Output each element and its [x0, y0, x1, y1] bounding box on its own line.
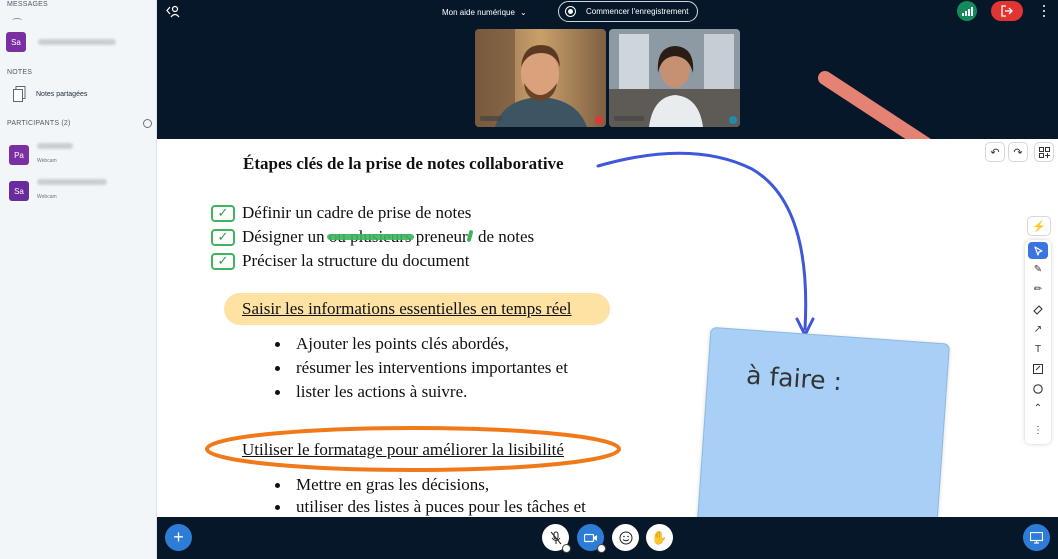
- board-title: Étapes clés de la prise de notes collabo…: [243, 154, 564, 173]
- participant-name-blurred: [37, 179, 107, 185]
- select-icon[interactable]: [1028, 242, 1048, 259]
- leave-meeting-button[interactable]: [991, 1, 1023, 21]
- microphone-button[interactable]: [542, 524, 571, 553]
- eraser-icon[interactable]: [1028, 301, 1048, 318]
- drawing-toolbar: ✎ ✏ ↗ T ⌃ ⋮: [1025, 240, 1051, 444]
- presentation-icon: [1030, 531, 1043, 544]
- bullet: [275, 505, 280, 510]
- bullet: [275, 342, 280, 347]
- avatar: Sa: [6, 32, 26, 52]
- user-list-toggle-icon[interactable]: [166, 4, 181, 19]
- participants-section-title: PARTICIPANTS (2): [7, 120, 71, 127]
- arrow-icon[interactable]: ↗: [1028, 321, 1048, 338]
- reactions-button[interactable]: [612, 524, 639, 551]
- avatar: Sa: [9, 181, 29, 201]
- bullet-item: lister les actions à suivre.: [296, 382, 468, 401]
- loading-icon: [12, 18, 22, 23]
- sticky-note-text: à faire :: [745, 360, 843, 397]
- top-bar: Mon aide numérique ⌄ Commencer l'enregis…: [157, 0, 1058, 24]
- camera-icon: [583, 533, 597, 542]
- shared-notes-label: Notes partagées: [36, 91, 88, 98]
- magic-icon[interactable]: ⚡: [1027, 216, 1051, 236]
- pencil-icon[interactable]: ✏: [1028, 281, 1048, 298]
- record-icon: [565, 6, 576, 17]
- options-menu-icon[interactable]: [1038, 5, 1050, 17]
- bottom-bar: + ✋: [157, 517, 1058, 559]
- device-selector[interactable]: Mon aide numérique ⌄: [442, 0, 527, 24]
- chat-item[interactable]: Sa: [6, 32, 116, 52]
- options-badge: [597, 544, 606, 553]
- pen-icon[interactable]: ✎: [1028, 261, 1048, 278]
- sidebar: MESSAGES Sa NOTES Notes partagées PARTIC…: [0, 0, 157, 559]
- video-tile[interactable]: [609, 29, 740, 127]
- chat-name-blurred: [38, 39, 116, 45]
- messages-section-title: MESSAGES: [7, 1, 48, 8]
- webcam-feed: [609, 29, 740, 127]
- whiteboard[interactable]: Étapes clés de la prise de notes collabo…: [157, 139, 1058, 517]
- camera-button[interactable]: [577, 524, 606, 553]
- checklist-item: Préciser la structure du document: [242, 251, 470, 270]
- redo-button[interactable]: ↷: [1008, 142, 1028, 162]
- bullet: [275, 390, 280, 395]
- hand-icon: ✋: [651, 529, 668, 545]
- bullet-item: Mettre en gras les décisions,: [296, 475, 490, 494]
- sticky-note[interactable]: à faire :: [695, 326, 951, 517]
- leave-icon: [1001, 5, 1013, 17]
- bullet: [275, 483, 280, 488]
- notes-icon: [13, 86, 26, 102]
- section-heading: Saisir les informations essentielles en …: [242, 299, 572, 318]
- start-recording-button[interactable]: Commencer l'enregistrement: [558, 1, 698, 22]
- bullet-item: utiliser des listes à puces pour les tâc…: [296, 497, 586, 516]
- avatar: Pa: [9, 145, 29, 165]
- chevron-down-icon: ⌄: [519, 7, 527, 17]
- more-icon[interactable]: ⋮: [1028, 422, 1048, 439]
- bullet-item: résumer les interventions importantes et: [296, 358, 568, 377]
- participant-item[interactable]: Sa Webcam: [9, 179, 107, 203]
- grid-icon[interactable]: [1034, 142, 1054, 162]
- smiley-icon: [619, 531, 632, 544]
- record-label: Commencer l'enregistrement: [586, 7, 689, 16]
- options-badge: [562, 544, 571, 553]
- curved-arrow: [596, 151, 815, 337]
- device-label: Mon aide numérique: [442, 7, 515, 17]
- participant-sub: Webcam: [37, 194, 57, 200]
- bullet: [275, 366, 280, 371]
- text-icon[interactable]: T: [1028, 341, 1048, 358]
- check-icon: ✓: [211, 229, 235, 246]
- check-icon: ✓: [211, 253, 235, 270]
- participant-sub: Webcam: [37, 158, 57, 164]
- webcam-feed: [475, 29, 606, 127]
- presentation-button[interactable]: [1023, 524, 1050, 551]
- mic-muted-icon: [550, 531, 561, 544]
- raise-hand-button[interactable]: ✋: [646, 524, 673, 551]
- bullet-item: Ajouter les points clés abordés,: [296, 334, 509, 353]
- participant-item[interactable]: Pa Webcam: [9, 143, 73, 167]
- add-action-button[interactable]: +: [165, 524, 192, 551]
- participant-name-blurred: [37, 143, 73, 149]
- collapse-icon[interactable]: ⌃: [1028, 400, 1048, 417]
- checklist-item: Désigner un ou plusieurs preneur de note…: [242, 227, 535, 246]
- gear-icon[interactable]: [143, 119, 152, 128]
- video-tile[interactable]: [475, 29, 606, 127]
- undo-button[interactable]: ↶: [985, 142, 1005, 162]
- connection-status-icon[interactable]: [957, 1, 977, 21]
- note-icon[interactable]: [1028, 360, 1048, 377]
- checklist-item: Définir un cadre de prise de notes: [242, 203, 472, 222]
- shape-icon[interactable]: [1028, 380, 1048, 397]
- section-heading: Utiliser le formatage pour améliorer la …: [242, 440, 564, 459]
- app-window: MESSAGES Sa NOTES Notes partagées PARTIC…: [0, 0, 1058, 559]
- check-icon: ✓: [211, 205, 235, 222]
- notes-section-title: NOTES: [7, 69, 33, 76]
- shared-notes-item[interactable]: Notes partagées: [13, 86, 87, 103]
